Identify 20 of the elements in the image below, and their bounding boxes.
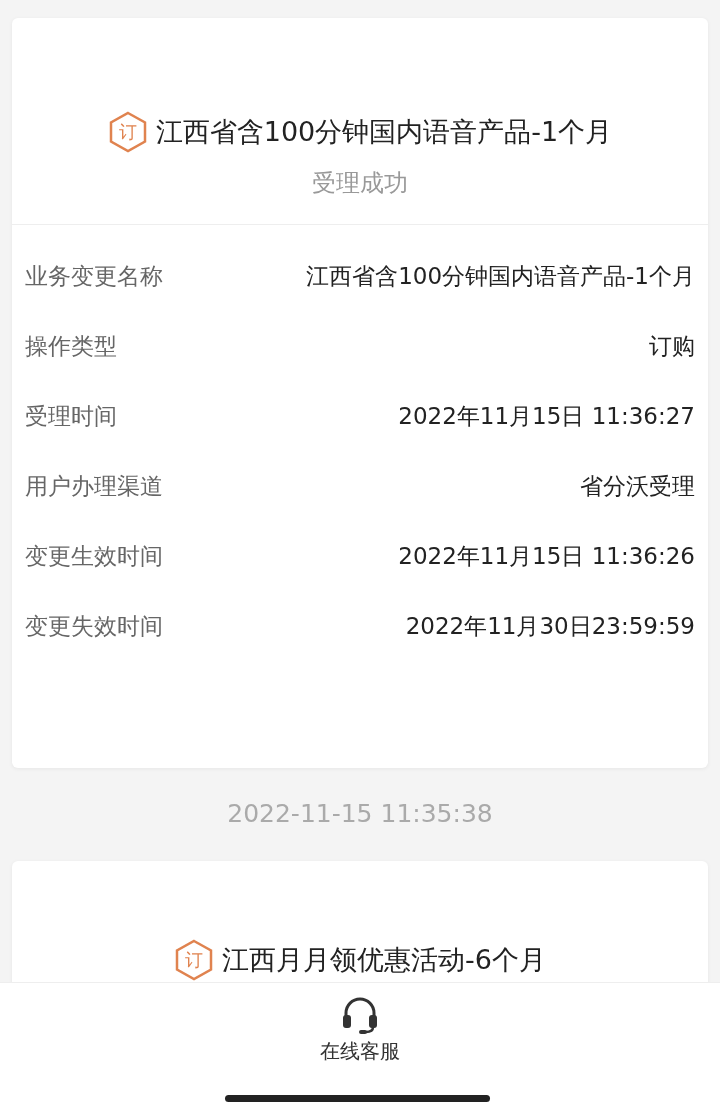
order-icon: 订 [174, 939, 215, 981]
headset-icon [340, 997, 380, 1035]
detail-value: 2022年11月30日23:59:59 [405, 611, 695, 641]
detail-label: 操作类型 [25, 331, 117, 361]
order-icon: 订 [107, 111, 148, 153]
detail-label: 用户办理渠道 [25, 471, 163, 501]
detail-value: 江西省含100分钟国内语音产品-1个月 [306, 261, 695, 291]
timestamp: 2022-11-15 11:35:38 [227, 799, 493, 829]
detail-label: 业务变更名称 [25, 261, 163, 291]
detail-label: 变更失效时间 [25, 611, 163, 641]
detail-value: 订购 [649, 331, 695, 361]
detail-label: 受理时间 [25, 401, 117, 431]
detail-label: 变更生效时间 [25, 541, 163, 571]
detail-value: 2022年11月15日 11:36:26 [398, 541, 695, 571]
order-title: 江西月月领优惠活动-6个月 [222, 943, 546, 977]
customer-service-button[interactable]: 在线客服 [320, 997, 400, 1065]
detail-value: 省分沃受理 [580, 471, 695, 501]
order-title: 江西省含100分钟国内语音产品-1个月 [155, 115, 613, 149]
detail-value: 2022年11月15日 11:36:27 [398, 401, 695, 431]
order-status: 受理成功 [312, 168, 408, 198]
